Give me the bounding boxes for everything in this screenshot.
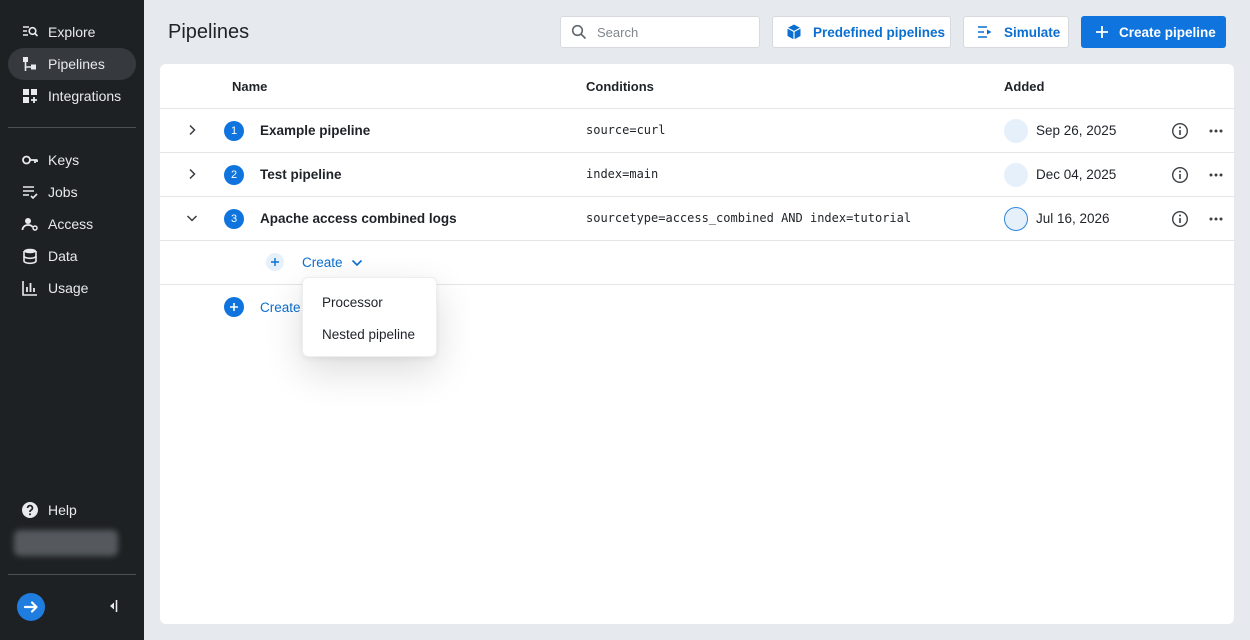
arrow-right-icon <box>23 601 38 613</box>
sidebar: Explore Pipelines Integrations Keys Jobs… <box>0 0 144 640</box>
collapse-icon <box>110 600 118 612</box>
sidebar-item-integrations[interactable]: Integrations <box>8 80 136 112</box>
pipelines-icon <box>23 57 36 71</box>
collapse-sidebar-button[interactable] <box>106 598 120 614</box>
help-icon <box>22 502 38 518</box>
plus-icon <box>230 303 238 311</box>
added-date: Jul 16, 2026 <box>1036 211 1110 226</box>
sidebar-item-label: Help <box>48 502 77 518</box>
menu-item-nested-pipeline[interactable]: Nested pipeline <box>303 318 436 350</box>
chevron-right-icon <box>189 168 196 180</box>
more-options-button[interactable] <box>1207 122 1225 140</box>
create-step-dropdown-button[interactable]: Create <box>302 255 363 270</box>
sidebar-divider <box>8 127 136 128</box>
search-box[interactable] <box>560 16 760 48</box>
create-pipeline-button[interactable]: Create pipeline <box>1081 16 1226 48</box>
more-options-button[interactable] <box>1207 210 1225 228</box>
added-date: Sep 26, 2025 <box>1036 123 1117 138</box>
more-icon <box>1209 173 1223 177</box>
row-number-badge: 2 <box>224 165 244 185</box>
add-step-button[interactable] <box>266 253 284 271</box>
column-header-added[interactable]: Added <box>1004 79 1044 94</box>
plus-icon <box>1096 26 1108 38</box>
info-icon[interactable] <box>1171 122 1189 140</box>
sidebar-item-label: Data <box>48 248 78 264</box>
pipeline-conditions: sourcetype=access_combined AND index=tut… <box>586 211 912 225</box>
sidebar-item-keys[interactable]: Keys <box>8 144 136 176</box>
sidebar-item-explore[interactable]: Explore <box>8 16 136 48</box>
integrations-icon <box>23 89 37 103</box>
plus-icon <box>271 258 279 266</box>
sidebar-item-label: Keys <box>48 152 80 168</box>
search-input[interactable] <box>597 24 747 40</box>
menu-item-processor[interactable]: Processor <box>303 286 436 318</box>
predefined-pipelines-label: Predefined pipelines <box>813 24 946 40</box>
package-icon <box>787 24 801 40</box>
search-icon <box>571 24 587 40</box>
chevron-down-icon <box>186 215 198 222</box>
collapse-row-button[interactable] <box>184 210 200 226</box>
sidebar-item-help[interactable]: Help <box>8 494 136 526</box>
simulate-label: Simulate <box>1004 24 1061 40</box>
row-number-badge: 1 <box>224 121 244 141</box>
avatar <box>1004 163 1028 187</box>
sidebar-item-data[interactable]: Data <box>8 240 136 272</box>
column-header-name[interactable]: Name <box>232 79 267 94</box>
column-header-conditions[interactable]: Conditions <box>586 79 654 94</box>
more-icon <box>1209 129 1223 133</box>
more-icon <box>1209 217 1223 221</box>
pipeline-name[interactable]: Apache access combined logs <box>260 211 457 226</box>
chevron-down-icon <box>351 259 362 266</box>
simulate-button[interactable]: Simulate <box>963 16 1069 48</box>
page-title: Pipelines <box>168 21 250 43</box>
info-icon[interactable] <box>1171 166 1189 184</box>
table-row[interactable]: 1 Example pipeline source=curl Sep 26, 2… <box>160 108 1234 152</box>
avatar <box>1004 119 1028 143</box>
database-icon <box>23 248 37 265</box>
chevron-right-icon <box>189 124 196 136</box>
sidebar-item-label: Explore <box>48 24 96 40</box>
simulate-icon <box>978 26 992 38</box>
sidebar-item-label: Pipelines <box>48 56 105 72</box>
create-pipeline-label: Create pipeline <box>1119 24 1216 40</box>
pipeline-conditions: source=curl <box>586 123 666 137</box>
added-date: Dec 04, 2025 <box>1036 167 1117 182</box>
expand-row-button[interactable] <box>184 166 200 182</box>
sidebar-item-usage[interactable]: Usage <box>8 272 136 304</box>
sidebar-item-label: Integrations <box>48 88 122 104</box>
sidebar-item-access[interactable]: Access <box>8 208 136 240</box>
pipeline-name[interactable]: Test pipeline <box>260 167 342 182</box>
user-profile[interactable] <box>14 530 118 556</box>
sidebar-item-pipelines[interactable]: Pipelines <box>8 48 136 80</box>
sidebar-item-label: Usage <box>48 280 89 296</box>
key-icon <box>22 155 38 165</box>
predefined-pipelines-button[interactable]: Predefined pipelines <box>772 16 951 48</box>
create-pipeline-row-icon[interactable] <box>224 297 244 317</box>
pipeline-conditions: index=main <box>586 167 659 181</box>
create-dropdown-menu: Processor Nested pipeline <box>302 277 437 357</box>
jobs-icon <box>23 186 38 200</box>
create-pipeline-link[interactable]: Create <box>260 300 301 315</box>
sidebar-item-jobs[interactable]: Jobs <box>8 176 136 208</box>
app-logo[interactable] <box>17 593 45 621</box>
explore-icon <box>23 26 39 37</box>
info-icon[interactable] <box>1171 210 1189 228</box>
row-number-badge: 3 <box>224 209 244 229</box>
more-options-button[interactable] <box>1207 166 1225 184</box>
avatar <box>1004 207 1028 231</box>
sidebar-item-label: Access <box>48 216 94 232</box>
sidebar-divider <box>8 574 136 575</box>
table-row[interactable]: 3 Apache access combined logs sourcetype… <box>160 196 1234 240</box>
access-icon <box>21 218 38 231</box>
expand-row-button[interactable] <box>184 122 200 138</box>
table-row[interactable]: 2 Test pipeline index=main Dec 04, 2025 <box>160 152 1234 196</box>
bar-chart-icon <box>22 281 37 296</box>
pipeline-name[interactable]: Example pipeline <box>260 123 370 138</box>
sidebar-item-label: Jobs <box>48 184 78 200</box>
create-step-label: Create <box>302 255 343 270</box>
